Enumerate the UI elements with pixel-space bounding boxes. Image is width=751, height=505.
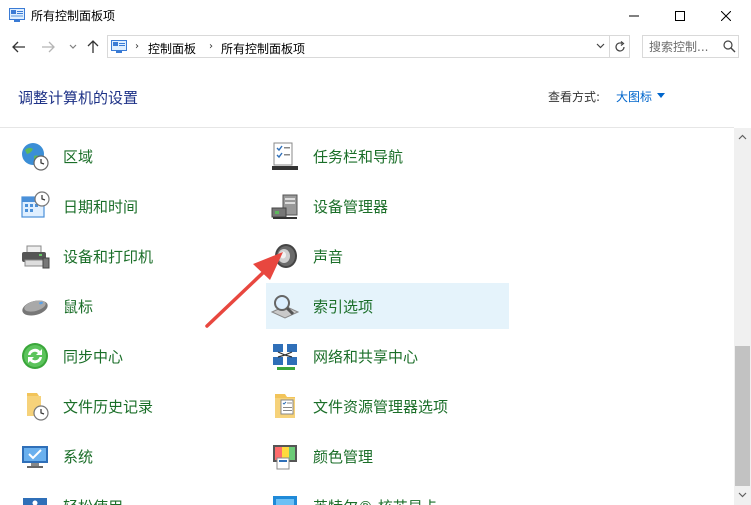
item-ease-of-access[interactable]: 轻松使用 [16, 483, 256, 505]
item-label: 索引选项 [313, 298, 374, 316]
divider [0, 127, 734, 128]
refresh-button[interactable] [610, 35, 630, 58]
scroll-down-icon[interactable] [738, 492, 747, 498]
item-label: 系统 [63, 448, 94, 466]
item-system[interactable]: 系统 [16, 433, 256, 479]
item-sound[interactable]: 声音 [266, 233, 509, 279]
speaker-icon [275, 244, 297, 268]
arrow-up-icon [87, 40, 99, 53]
sync-icon [22, 343, 48, 369]
item-region[interactable]: 区域 [16, 133, 256, 179]
item-label: 区域 [63, 148, 94, 166]
item-taskbar-navigation[interactable]: 任务栏和导航 [266, 133, 509, 179]
view-by-label: 查看方式: [548, 90, 601, 104]
item-date-time[interactable]: 日期和时间 [16, 183, 256, 229]
folder-clock-icon [27, 393, 49, 421]
intel-graphics-icon [273, 496, 297, 505]
breadcrumb-separator[interactable]: › [209, 41, 213, 52]
breadcrumb-all-items[interactable]: 所有控制面板项 [221, 40, 305, 57]
arrow-left-icon [12, 41, 25, 53]
item-label: 任务栏和导航 [313, 148, 404, 166]
monitor-check-icon [22, 446, 48, 468]
arrow-right-icon [42, 41, 55, 53]
address-bar[interactable]: › 控制面板 › 所有控制面板项 [107, 35, 610, 58]
item-label: 设备和打印机 [63, 248, 154, 266]
item-label: 轻松使用 [63, 496, 123, 505]
network-icon [273, 344, 297, 370]
folder-options-icon [275, 394, 295, 418]
scroll-up-icon[interactable] [738, 134, 747, 140]
close-icon [721, 10, 731, 21]
view-by-dropdown[interactable]: 大图标 [616, 88, 652, 105]
maximize-icon [675, 10, 685, 21]
search-box[interactable] [642, 35, 739, 58]
vertical-scrollbar[interactable] [734, 128, 751, 505]
accessibility-icon [23, 498, 47, 505]
item-label: 同步中心 [63, 348, 124, 366]
minimize-icon [629, 15, 639, 16]
calendar-clock-icon [21, 191, 50, 218]
chevron-down-icon[interactable] [657, 93, 665, 98]
chevron-down-icon[interactable] [596, 43, 605, 49]
search-input[interactable] [643, 36, 721, 57]
mouse-icon [22, 300, 48, 316]
close-button[interactable] [703, 0, 749, 31]
item-device-manager[interactable]: 设备管理器 [266, 183, 509, 229]
title-bar: 所有控制面板项 [0, 0, 751, 31]
index-search-icon [270, 295, 300, 319]
color-management-icon [273, 445, 297, 470]
item-label: 网络和共享中心 [313, 348, 419, 366]
control-panel-icon [111, 40, 127, 53]
maximize-button[interactable] [657, 0, 703, 31]
control-panel-icon [9, 8, 25, 22]
recent-locations-button[interactable] [65, 39, 81, 55]
item-network-sharing[interactable]: 网络和共享中心 [266, 333, 509, 379]
breadcrumb-control-panel[interactable]: 控制面板 [148, 40, 196, 57]
item-label: 声音 [313, 248, 344, 266]
up-button[interactable] [85, 39, 101, 55]
globe-clock-icon [22, 143, 49, 171]
taskbar-checklist-icon [272, 142, 298, 170]
item-label: 设备管理器 [313, 198, 389, 216]
search-icon[interactable] [723, 40, 736, 53]
window-title: 所有控制面板项 [31, 9, 116, 23]
item-file-history[interactable]: 文件历史记录 [16, 383, 256, 429]
device-manager-icon [271, 194, 298, 219]
item-mouse[interactable]: 鼠标 [16, 283, 256, 329]
scrollbar-thumb[interactable] [735, 346, 750, 486]
item-label: 日期和时间 [63, 198, 139, 216]
item-devices-printers[interactable]: 设备和打印机 [16, 233, 256, 279]
item-sync-center[interactable]: 同步中心 [16, 333, 256, 379]
minimize-button[interactable] [611, 0, 657, 31]
forward-button[interactable] [40, 39, 56, 55]
navigation-bar: › 控制面板 › 所有控制面板项 [0, 31, 751, 63]
refresh-icon [614, 40, 625, 52]
item-color-management[interactable]: 颜色管理 [266, 433, 509, 479]
back-button[interactable] [11, 39, 27, 55]
item-label: 文件历史记录 [63, 398, 154, 416]
item-intel-graphics[interactable]: 英特尔® 核芯显卡 [266, 483, 509, 505]
page-title: 调整计算机的设置 [18, 89, 139, 107]
item-indexing-options[interactable]: 索引选项 [266, 283, 509, 329]
item-label: 文件资源管理器选项 [313, 398, 449, 416]
breadcrumb-separator[interactable]: › [135, 41, 139, 52]
printer-icon [22, 245, 50, 269]
item-label: 颜色管理 [313, 448, 374, 466]
item-label: 英特尔® 核芯显卡 [313, 496, 438, 505]
chevron-down-icon [69, 44, 77, 49]
item-label: 鼠标 [63, 298, 94, 316]
item-file-explorer-options[interactable]: 文件资源管理器选项 [266, 383, 509, 429]
